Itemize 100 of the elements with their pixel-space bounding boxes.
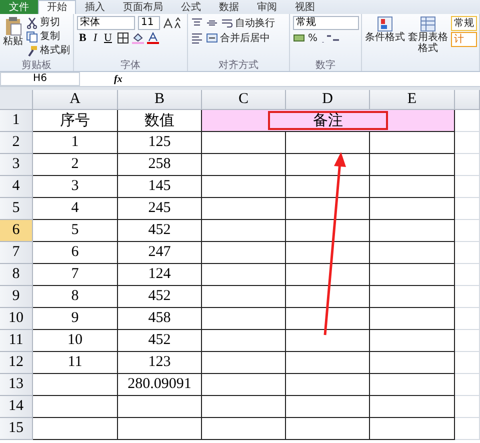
empty-cell xyxy=(455,132,480,154)
ribbon-tab[interactable]: 页面布局 xyxy=(114,0,172,14)
table-cell: 序号 xyxy=(33,110,118,132)
merge-center-button[interactable]: 合并后居中 xyxy=(206,32,270,44)
select-all-corner[interactable] xyxy=(0,90,33,110)
table-cell: 1 xyxy=(33,132,118,154)
bold-button[interactable]: B xyxy=(77,32,88,44)
empty-cell xyxy=(455,264,480,286)
wrap-text-button[interactable]: 自动换行 xyxy=(221,16,275,30)
empty-cell xyxy=(455,176,480,198)
table-cell: 452 xyxy=(118,220,202,242)
table-cell: 7 xyxy=(33,264,118,286)
ribbon-tab[interactable]: 数据 xyxy=(210,0,248,14)
copy-button[interactable]: 复制 xyxy=(26,30,70,43)
table-cell: 245 xyxy=(118,198,202,220)
table-cell: 258 xyxy=(118,154,202,176)
table-cell: 9 xyxy=(33,308,118,330)
row-header[interactable]: 8 xyxy=(0,264,33,286)
insert-function-button[interactable]: fx xyxy=(114,74,122,84)
ribbon-tab[interactable]: 插入 xyxy=(76,0,114,14)
table-cell: 5 xyxy=(33,220,118,242)
column-header[interactable]: A xyxy=(33,90,118,110)
table-cell: 10 xyxy=(33,330,118,352)
table-brush-icon xyxy=(420,16,436,32)
column-header[interactable]: C xyxy=(202,90,286,110)
copy-icon xyxy=(26,30,38,42)
ribbon-tab[interactable]: 开始 xyxy=(38,0,76,14)
underline-button[interactable]: U xyxy=(102,32,114,44)
paintbrush-icon xyxy=(26,44,38,56)
column-header[interactable]: E xyxy=(370,90,455,110)
cut-button[interactable]: 剪切 xyxy=(26,16,70,29)
row-header[interactable]: 7 xyxy=(0,242,33,264)
group-label: 对齐方式 xyxy=(218,60,260,71)
table-cell: 123 xyxy=(118,352,202,374)
empty-cell xyxy=(455,286,480,308)
column-header[interactable]: B xyxy=(118,90,202,110)
row-header[interactable]: 3 xyxy=(0,154,33,176)
grow-font-icon xyxy=(163,17,183,29)
empty-cell xyxy=(455,220,480,242)
table-cell: 124 xyxy=(118,264,202,286)
font-size-field[interactable]: 11 xyxy=(138,16,160,30)
italic-button[interactable]: I xyxy=(91,32,100,44)
ribbon-tab[interactable]: 公式 xyxy=(172,0,210,14)
currency-icon xyxy=(293,32,305,44)
merge-cells-icon xyxy=(206,32,218,44)
empty-cell xyxy=(455,418,480,440)
row-header[interactable]: 13 xyxy=(0,374,33,396)
table-cell: 11 xyxy=(33,352,118,374)
percent-button[interactable]: % xyxy=(308,32,318,44)
empty-cell xyxy=(455,154,480,176)
row-header[interactable]: 1 xyxy=(0,110,33,132)
fill-color-icon xyxy=(132,32,144,44)
row-header[interactable]: 4 xyxy=(0,176,33,198)
table-format-button[interactable]: 套用表格格式 xyxy=(408,16,448,71)
empty-cell xyxy=(455,198,480,220)
clipboard-icon xyxy=(4,16,22,36)
borders-icon xyxy=(116,32,129,44)
empty-cell xyxy=(455,242,480,264)
conditional-format-button[interactable]: 条件格式 xyxy=(365,16,405,71)
row-header[interactable]: 10 xyxy=(0,308,33,330)
column-header[interactable]: D xyxy=(286,90,370,110)
row-header[interactable]: 5 xyxy=(0,198,33,220)
empty-cell xyxy=(455,330,480,352)
table-cell: 3 xyxy=(33,176,118,198)
row-header[interactable]: 9 xyxy=(0,286,33,308)
empty-cell xyxy=(455,352,480,374)
table-chart-icon xyxy=(377,16,393,32)
row-header[interactable]: 11 xyxy=(0,330,33,352)
table-cell: 2 xyxy=(33,154,118,176)
table-cell: 8 xyxy=(33,286,118,308)
row-header[interactable]: 15 xyxy=(0,418,33,440)
scissors-icon xyxy=(26,16,38,28)
row-header[interactable]: 14 xyxy=(0,396,33,418)
empty-cell xyxy=(455,308,480,330)
format-painter-button[interactable]: 格式刷 xyxy=(26,44,70,57)
wrap-text-icon xyxy=(221,17,233,29)
table-cell: 125 xyxy=(118,132,202,154)
row-header[interactable]: 12 xyxy=(0,352,33,374)
name-box[interactable]: H6 xyxy=(0,72,80,86)
align-left-icon xyxy=(191,32,203,44)
number-format-field[interactable]: 常规 xyxy=(293,16,359,30)
empty-cell xyxy=(455,396,480,418)
cell-style-swatch[interactable]: 常规 xyxy=(451,16,477,31)
group-label: 数字 xyxy=(314,60,336,71)
row-header[interactable]: 6 xyxy=(0,220,33,242)
table-cell: 6 xyxy=(33,242,118,264)
column-header[interactable] xyxy=(455,90,480,110)
table-cell: 458 xyxy=(118,308,202,330)
font-name-field[interactable]: 宋体 xyxy=(77,16,135,30)
group-label: 剪贴板 xyxy=(20,60,52,71)
table-cell: 247 xyxy=(118,242,202,264)
group-label: 字体 xyxy=(120,60,142,71)
empty-cell xyxy=(455,374,480,396)
ribbon-tab[interactable]: 审阅 xyxy=(248,0,286,14)
ribbon-tab[interactable]: 视图 xyxy=(286,0,324,14)
table-cell: 4 xyxy=(33,198,118,220)
file-menu-tab[interactable]: 文件 xyxy=(0,0,38,14)
highlighted-text: 备注 xyxy=(268,111,388,130)
paste-button[interactable]: 粘贴 xyxy=(3,16,23,60)
row-header[interactable]: 2 xyxy=(0,132,33,154)
